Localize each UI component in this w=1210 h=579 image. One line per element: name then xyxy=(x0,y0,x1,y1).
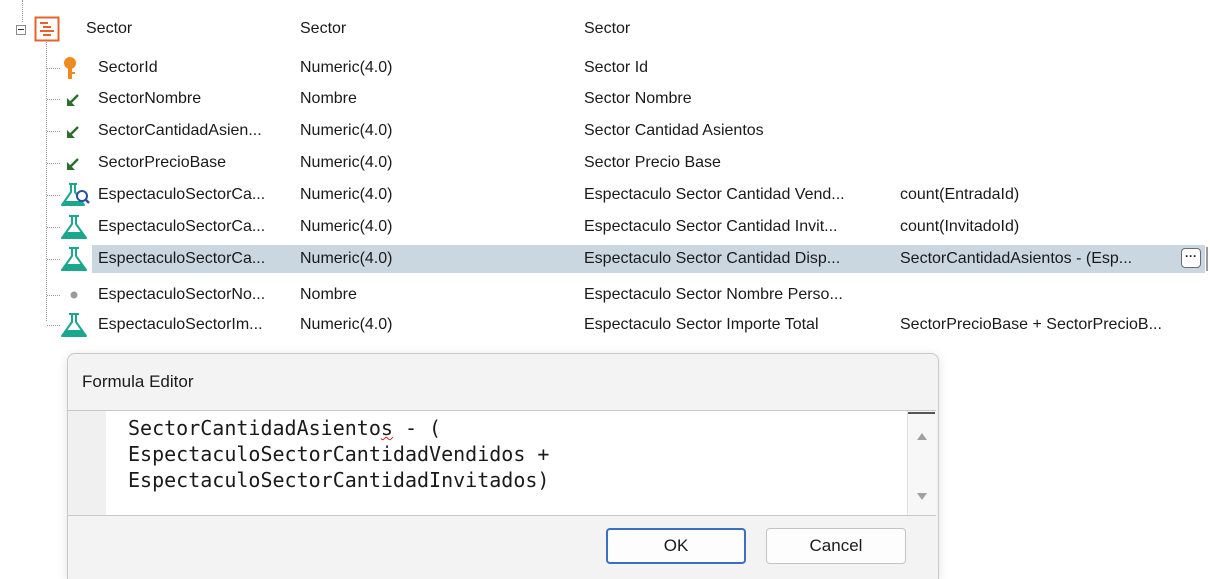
attribute-formula xyxy=(900,116,1205,146)
attribute-formula: count(InvitadoId) xyxy=(900,218,1020,235)
attribute-name: SectorPrecioBase xyxy=(98,154,227,171)
attribute-name: EspectaculoSectorCa... xyxy=(98,250,266,267)
tree-row-sectornombre[interactable]: SectorNombre Nombre Sector Nombre xyxy=(0,84,1210,114)
formula-flask-icon xyxy=(61,313,87,337)
tree-row-espectaculosectornombre[interactable]: EspectaculoSectorNo... Nombre Espectacul… xyxy=(0,280,1210,310)
tree-row-espectaculosectorcantidadvendidos[interactable]: EspectaculoSectorCa... Numeric(4.0) Espe… xyxy=(0,180,1210,210)
attribute-type: Numeric(4.0) xyxy=(300,154,393,171)
spelling-error-marker: s xyxy=(380,416,393,440)
attribute-description: Espectaculo Sector Nombre Perso... xyxy=(584,286,843,303)
scroll-down-icon[interactable] xyxy=(917,493,927,500)
attribute-type: Nombre xyxy=(300,286,357,303)
collapse-toggle[interactable] xyxy=(16,25,26,35)
tree-row-espectaculosectorcantidaddisponibles[interactable]: EspectaculoSectorCa... Numeric(4.0) Espe… xyxy=(0,244,1210,274)
attribute-name: EspectaculoSectorIm... xyxy=(98,316,263,333)
scrollbar-thumb[interactable] xyxy=(908,412,935,414)
attribute-type: Numeric(4.0) xyxy=(300,316,393,333)
attribute-name: SectorId xyxy=(98,59,158,76)
attribute-description: Sector Cantidad Asientos xyxy=(584,122,764,139)
attribute-type: Numeric(4.0) xyxy=(300,250,393,267)
tree-connector xyxy=(47,295,60,296)
attribute-description: Espectaculo Sector Cantidad Invit... xyxy=(584,218,838,235)
tree-connector xyxy=(47,68,60,69)
tree-connector xyxy=(47,195,60,196)
tree-connector xyxy=(47,325,60,326)
attribute-arrow-icon xyxy=(67,158,79,170)
formula-text-area[interactable]: SectorCantidadAsientos - ( EspectaculoSe… xyxy=(68,410,936,516)
scroll-up-icon[interactable] xyxy=(917,433,927,440)
code-line2: EspectaculoSectorCantidadVendidos + xyxy=(128,442,550,466)
root-type: Sector xyxy=(300,20,347,37)
attribute-name: EspectaculoSectorNo... xyxy=(98,286,266,303)
attribute-type: Nombre xyxy=(300,90,357,107)
dialog-title: Formula Editor xyxy=(82,372,194,391)
tree-row-sectorid[interactable]: SectorId Numeric(4.0) Sector Id xyxy=(0,53,1210,83)
cell-edge xyxy=(1206,247,1208,271)
tree-row-espectaculosectorcantidadinvitados[interactable]: EspectaculoSectorCa... Numeric(4.0) Espe… xyxy=(0,212,1210,242)
attribute-formula xyxy=(900,280,1205,310)
formula-code[interactable]: SectorCantidadAsientos - ( EspectaculoSe… xyxy=(128,415,549,493)
ok-button[interactable]: OK xyxy=(606,528,746,564)
attribute-formula xyxy=(900,148,1205,178)
attribute-name: SectorNombre xyxy=(98,90,202,107)
formula-flask-icon xyxy=(61,247,87,271)
attribute-description: Espectaculo Sector Cantidad Disp... xyxy=(584,250,841,267)
attribute-name: SectorCantidadAsien... xyxy=(98,122,262,139)
key-icon xyxy=(64,57,76,79)
tree-row-sectorcantidadasientos[interactable]: SectorCantidadAsien... Numeric(4.0) Sect… xyxy=(0,116,1210,146)
attribute-formula: SectorCantidadAsientos - (Esp... xyxy=(900,250,1133,267)
attribute-type: Numeric(4.0) xyxy=(300,218,393,235)
tree-connector xyxy=(47,163,60,164)
tree-row-espectaculosectorimportetotal[interactable]: EspectaculoSectorIm... Numeric(4.0) Espe… xyxy=(0,310,1210,340)
tree-row-sectorpreciobase[interactable]: SectorPrecioBase Numeric(4.0) Sector Pre… xyxy=(0,148,1210,178)
attribute-name: EspectaculoSectorCa... xyxy=(98,186,266,203)
attribute-name: EspectaculoSectorCa... xyxy=(98,218,266,235)
transaction-icon xyxy=(34,16,60,42)
attribute-arrow-icon xyxy=(67,126,79,138)
tree-row-root[interactable]: Sector Sector Sector xyxy=(0,14,1210,44)
attribute-formula xyxy=(900,53,1205,83)
formula-editor-dialog: Formula Editor SectorCantidadAsientos - … xyxy=(67,353,939,579)
attribute-formula xyxy=(900,84,1205,114)
attribute-description: Sector Nombre xyxy=(584,90,692,107)
attribute-type: Numeric(4.0) xyxy=(300,122,393,139)
attribute-type: Numeric(4.0) xyxy=(300,186,393,203)
code-line3: EspectaculoSectorCantidadInvitados) xyxy=(128,468,550,492)
dot-icon xyxy=(70,291,78,299)
attribute-type: Numeric(4.0) xyxy=(300,59,393,76)
tree-connector xyxy=(47,259,60,260)
attribute-description: Sector Precio Base xyxy=(584,154,721,171)
attribute-description: Espectaculo Sector Cantidad Vend... xyxy=(584,186,845,203)
attribute-arrow-icon xyxy=(67,94,79,106)
root-name: Sector xyxy=(86,20,133,37)
tree-connector xyxy=(47,99,60,100)
tree-connector xyxy=(47,131,60,132)
editor-scrollbar[interactable] xyxy=(907,411,936,515)
attribute-formula: count(EntradaId) xyxy=(900,186,1020,203)
attribute-description: Sector Id xyxy=(584,59,649,76)
open-formula-editor-button[interactable]: ··· xyxy=(1181,248,1201,268)
code-line1-part-c: - ( xyxy=(392,416,442,440)
attribute-formula: SectorPrecioBase + SectorPrecioB... xyxy=(900,316,1162,333)
formula-flask-icon xyxy=(61,215,87,239)
cancel-button[interactable]: Cancel xyxy=(766,528,906,564)
tree-connector xyxy=(47,227,60,228)
editor-gutter xyxy=(68,411,106,515)
attribute-description: Espectaculo Sector Importe Total xyxy=(584,316,819,333)
code-line1-part-a: SectorCantidadAsiento xyxy=(128,416,381,440)
attribute-tree: Sector Sector Sector SectorId Numeric(4.… xyxy=(0,0,1210,345)
aggregate-formula-icon xyxy=(61,183,90,206)
root-description: Sector xyxy=(584,20,631,37)
